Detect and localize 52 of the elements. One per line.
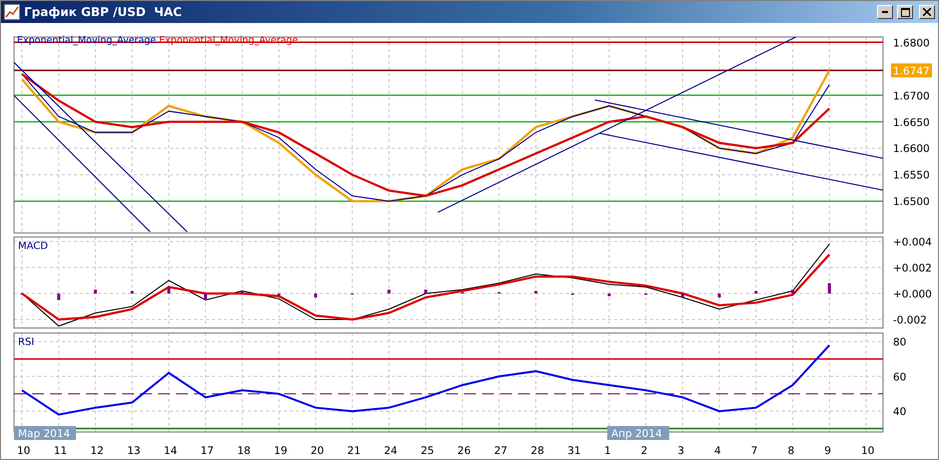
date-label: 12 [90,445,104,457]
date-label: 25 [420,445,434,457]
date-label: 3 [678,445,684,457]
close-button[interactable] [919,5,935,19]
date-label: 10 [861,445,874,457]
axis-label: 80 [893,336,906,349]
annotation: Мар 2014 [18,428,71,440]
axis-label: +0.002 [893,262,932,275]
date-label: 1 [604,445,611,457]
current-price-tag: 1.6747 [891,63,932,78]
date-label: 9 [824,445,832,457]
date-label: 20 [310,445,324,457]
axis-label: 1.6800 [893,37,930,50]
axis-label: +0.000 [893,288,932,301]
axis-label: +0.004 [893,236,932,249]
date-label: 27 [494,445,508,457]
annotation: Апр 2014 [611,428,662,440]
date-label: 26 [457,445,471,457]
axis-label: 1.6650 [893,116,930,129]
date-label: 21 [347,445,361,457]
date-label: 11 [54,445,68,457]
date-label: 13 [127,445,140,457]
maximize-icon [900,8,910,16]
date-label: 14 [164,445,178,457]
axis-label: 40 [893,406,906,418]
date-label: 31 [568,445,581,457]
date-label: 28 [530,445,544,457]
date-label: 2 [640,445,648,457]
axis-label: 1.6700 [893,90,930,102]
date-label: 8 [788,445,794,457]
axis-label: 1.6550 [893,170,930,182]
date-label: 18 [237,445,251,457]
month-label: Мар 2014 [14,426,76,440]
date-label: 4 [714,445,721,457]
maximize-button[interactable] [897,5,913,19]
axis-label: 60 [893,371,906,384]
date-label: 24 [384,445,398,457]
month-label: Апр 2014 [607,426,670,440]
chart-icon [4,4,20,20]
panel-title: MACD [18,241,48,252]
date-label: 7 [751,445,758,457]
close-icon [923,8,931,16]
axis-label: -0.002 [893,314,927,327]
window-title: График GBP /USD ЧАС [24,5,183,19]
minimize-button[interactable] [877,5,893,19]
minimize-icon [882,11,888,13]
date-label: 17 [200,445,214,457]
date-label: 10 [17,445,30,457]
date-label: 19 [274,445,288,457]
axis-label: 1.6600 [893,143,930,156]
axis-label: 1.6500 [893,196,930,208]
panel-title: RSI [18,337,34,348]
